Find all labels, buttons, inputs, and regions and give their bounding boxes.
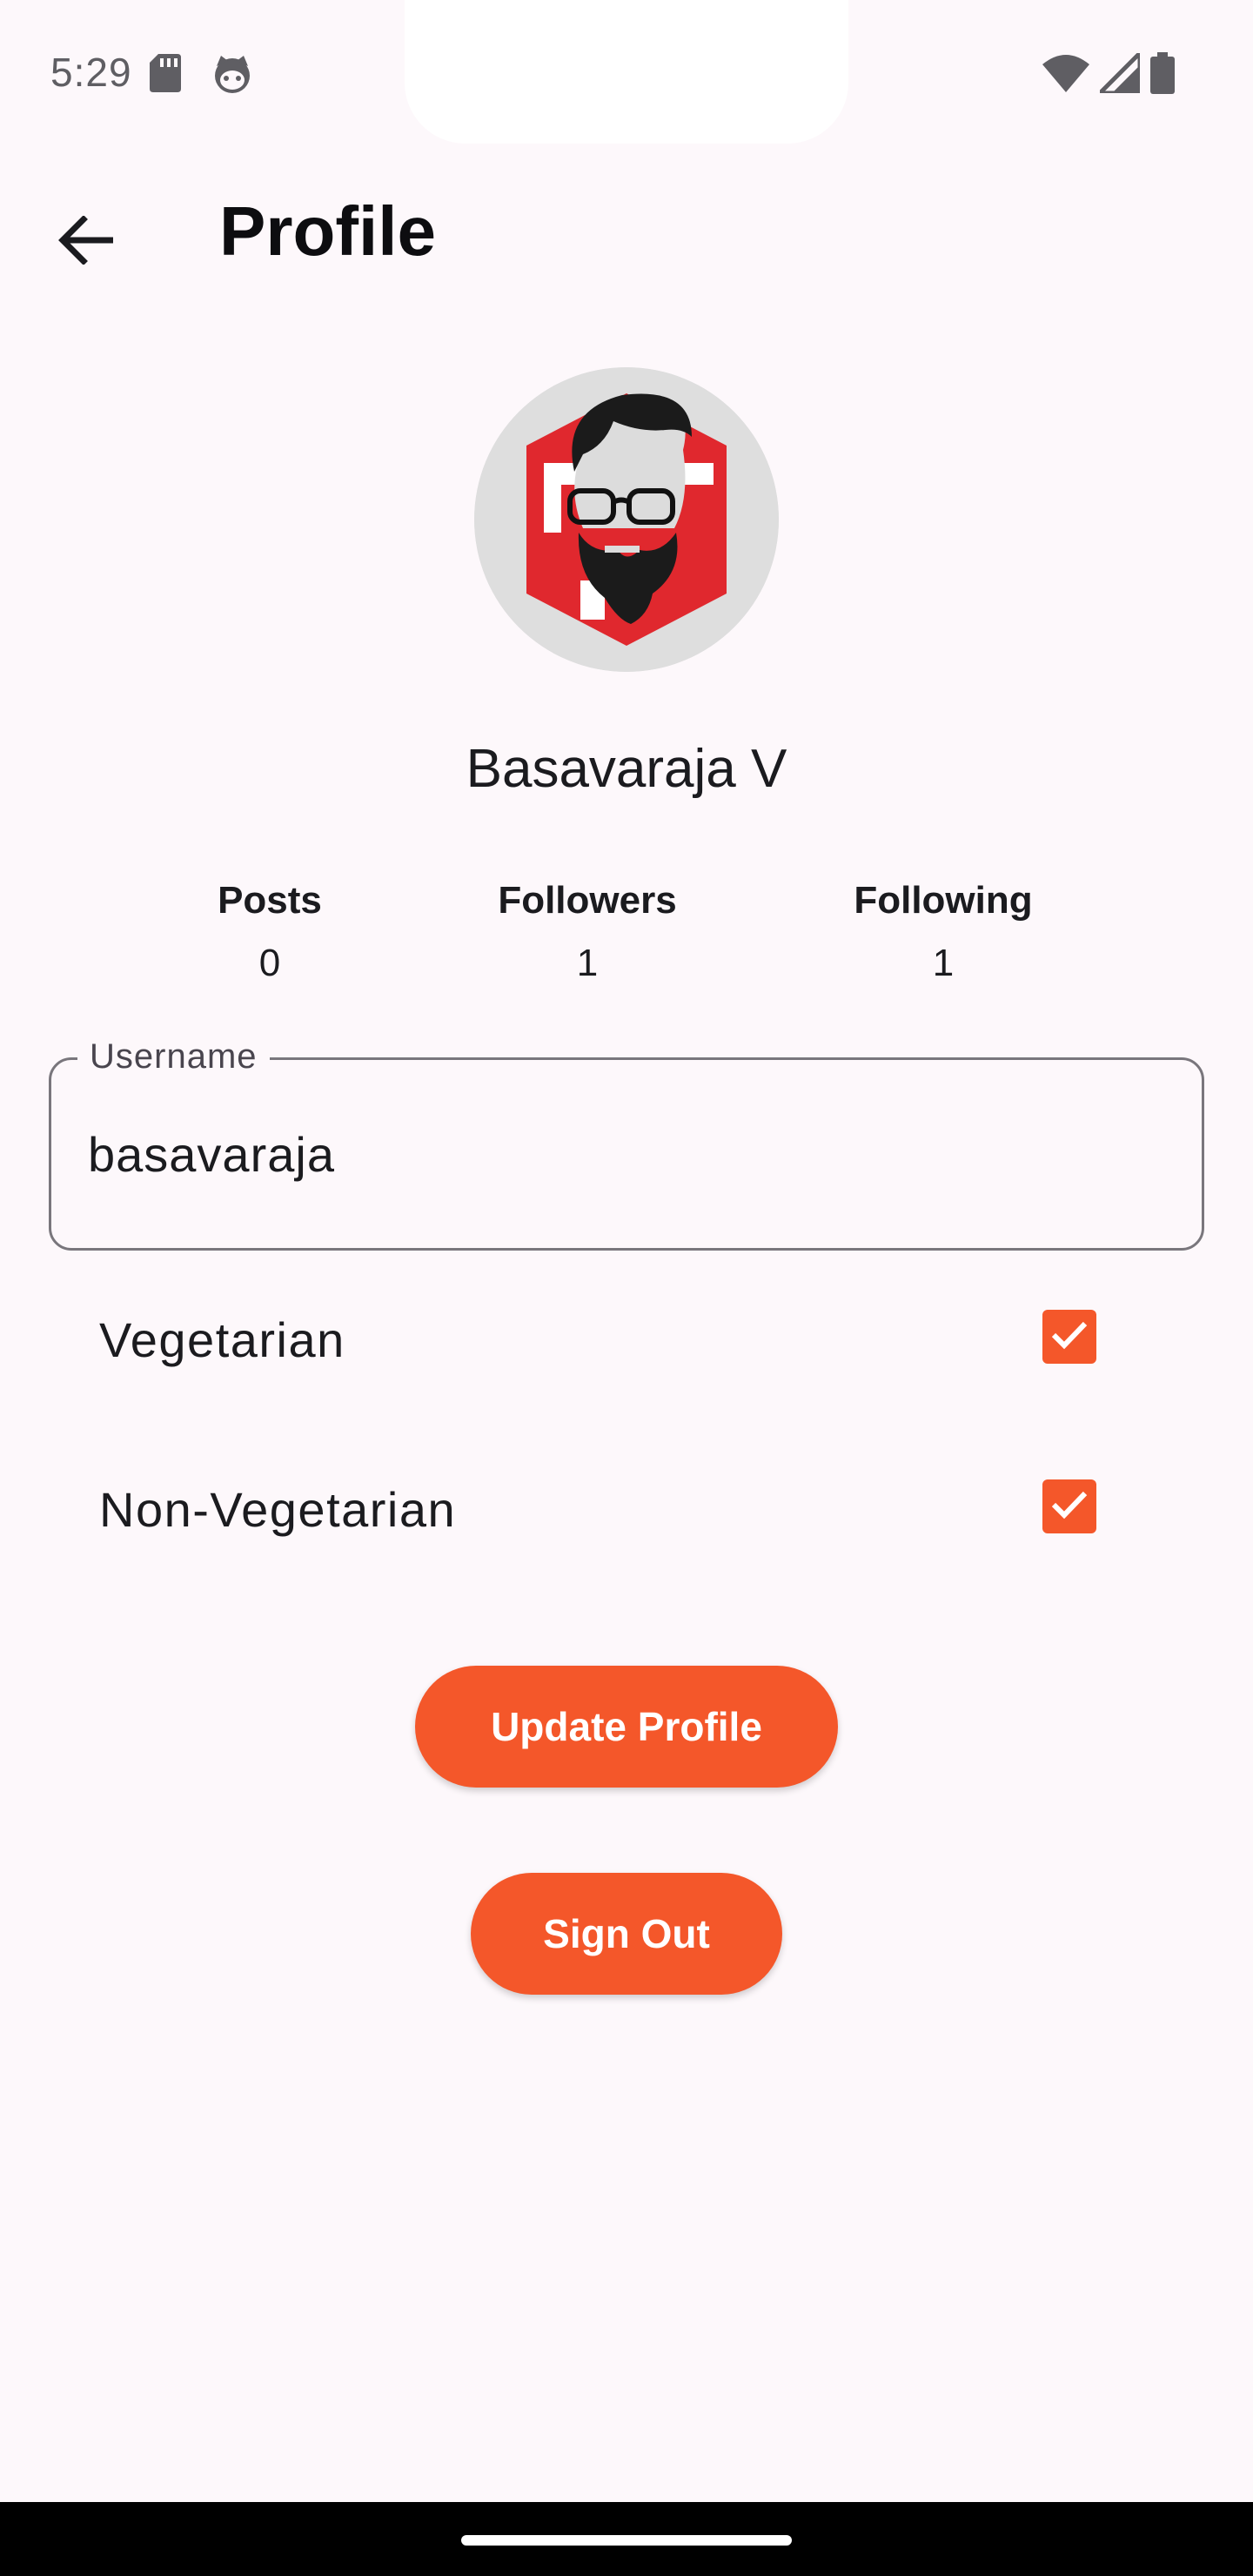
- vegetarian-row[interactable]: Vegetarian: [0, 1284, 1253, 1388]
- cat-face-icon: [212, 54, 252, 94]
- page-title: Profile: [219, 192, 436, 270]
- sign-out-button[interactable]: Sign Out: [471, 1873, 782, 1995]
- stat-followers-value: 1: [576, 942, 599, 984]
- stat-followers[interactable]: Followers 1: [448, 879, 727, 985]
- stat-following[interactable]: Following 1: [804, 879, 1082, 985]
- checkmark-icon: [1050, 1489, 1089, 1525]
- username-field-label: Username: [77, 1037, 270, 1077]
- avatar[interactable]: [474, 367, 779, 672]
- bearded-man-avatar-icon: [474, 367, 779, 672]
- status-icons: [1042, 47, 1175, 98]
- non-vegetarian-label: Non-Vegetarian: [99, 1482, 457, 1537]
- sd-card-icon: [150, 54, 181, 92]
- checkmark-icon: [1050, 1319, 1089, 1355]
- camera-notch: [405, 0, 848, 144]
- stat-followers-label: Followers: [498, 879, 677, 922]
- update-profile-button[interactable]: Update Profile: [415, 1666, 838, 1788]
- status-bar: 5:29: [0, 0, 1253, 146]
- stat-following-value: 1: [932, 942, 955, 984]
- back-button[interactable]: [44, 200, 127, 284]
- cellular-signal-icon: [1094, 47, 1142, 97]
- username-input[interactable]: basavaraja: [88, 1126, 335, 1183]
- display-name: Basavaraja V: [466, 739, 787, 799]
- vegetarian-checkbox[interactable]: [1042, 1310, 1096, 1364]
- username-field[interactable]: Username basavaraja: [49, 1037, 1204, 1251]
- home-indicator[interactable]: [461, 2535, 792, 2546]
- system-nav-bar: [0, 2502, 1253, 2576]
- stat-posts-label: Posts: [218, 879, 322, 922]
- non-vegetarian-checkbox[interactable]: [1042, 1479, 1096, 1533]
- stat-posts[interactable]: Posts 0: [131, 879, 409, 985]
- arrow-left-icon: [57, 214, 115, 269]
- stat-posts-value: 0: [258, 942, 281, 984]
- status-time: 5:29: [50, 50, 132, 95]
- battery-icon: [1150, 52, 1175, 98]
- app-bar: Profile: [0, 174, 1253, 296]
- non-vegetarian-row[interactable]: Non-Vegetarian: [0, 1453, 1253, 1558]
- vegetarian-label: Vegetarian: [99, 1312, 345, 1367]
- wifi-icon: [1042, 54, 1089, 97]
- stat-following-label: Following: [854, 879, 1033, 922]
